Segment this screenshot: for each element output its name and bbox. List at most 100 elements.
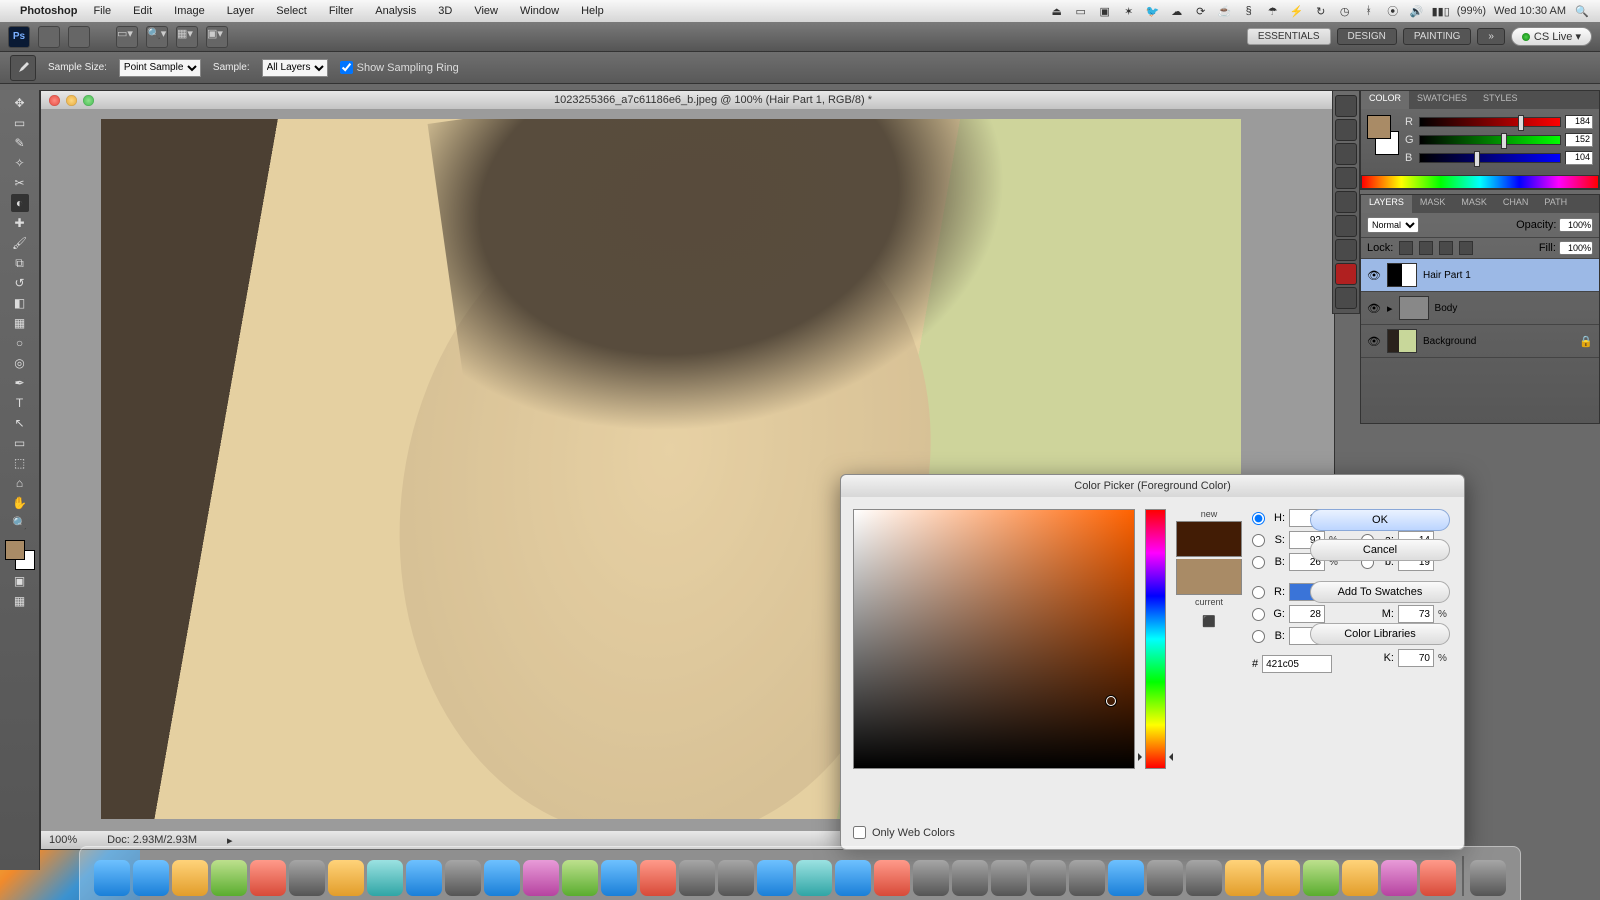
dock-app-icon[interactable] [1030,860,1066,896]
brush-panel-icon[interactable] [1335,239,1357,261]
dock-app-icon[interactable] [874,860,910,896]
hue-cursor[interactable] [1142,753,1169,761]
dock-app-icon[interactable] [250,860,286,896]
dock-trash-icon[interactable] [1470,860,1506,896]
layer-thumbnail[interactable] [1387,329,1417,353]
dock-app-icon[interactable] [1186,860,1222,896]
timemachine-icon[interactable]: ◷ [1337,3,1353,19]
menu-layer[interactable]: Layer [217,5,265,17]
info-panel-icon[interactable] [1335,143,1357,165]
b2-radio[interactable] [1252,630,1265,643]
marquee-tool[interactable]: ▭ [11,114,29,132]
mask-tab[interactable]: MASK [1412,195,1454,213]
b-slider[interactable] [1419,153,1561,163]
show-sampling-ring[interactable]: Show Sampling Ring [340,61,459,74]
cs-live-menu[interactable]: CS Live ▾ [1511,27,1592,46]
adjustments-panel-icon[interactable] [1335,167,1357,189]
document-titlebar[interactable]: 1023255366_a7c61186e6_b.jpeg @ 100% (Hai… [41,91,1334,109]
dock-app-icon[interactable] [1342,860,1378,896]
dock-app-icon[interactable] [640,860,676,896]
menu-edit[interactable]: Edit [123,5,162,17]
blur-tool[interactable]: ○ [11,334,29,352]
display-icon[interactable]: ▭ [1073,3,1089,19]
evernote-icon[interactable]: ✶ [1121,3,1137,19]
dock-app-icon[interactable] [1381,860,1417,896]
b-value[interactable]: 104 [1565,151,1593,165]
hue-slider[interactable] [1145,509,1166,769]
screenmode-icon[interactable]: ▣▾ [206,26,228,48]
close-window-icon[interactable] [49,95,60,106]
quickmask-toggle[interactable]: ▣ [11,572,29,590]
sample-select[interactable]: All Layers [262,59,328,77]
dock-app-icon[interactable] [484,860,520,896]
bluetooth-icon[interactable]: ᚼ [1361,3,1377,19]
menu-filter[interactable]: Filter [319,5,363,17]
disclosure-icon[interactable]: ▸ [1387,302,1393,315]
b-radio[interactable] [1252,556,1265,569]
blend-mode-select[interactable]: Normal [1367,217,1419,233]
show-ring-checkbox[interactable] [340,61,353,74]
color-picker-title[interactable]: Color Picker (Foreground Color) [841,475,1464,497]
color-libraries-button[interactable]: Color Libraries [1310,623,1450,645]
visibility-icon[interactable]: 👁 [1367,334,1381,348]
minimize-window-icon[interactable] [66,95,77,106]
only-web-colors-checkbox[interactable] [853,826,866,839]
layer-row[interactable]: 👁 Background 🔒 [1361,325,1599,358]
ok-button[interactable]: OK [1310,509,1450,531]
menu-window[interactable]: Window [510,5,569,17]
cloud-icon[interactable]: ☁ [1169,3,1185,19]
workspace-painting[interactable]: PAINTING [1403,28,1471,45]
eject-icon[interactable]: ⏏ [1049,3,1065,19]
shape-tool[interactable]: ▭ [11,434,29,452]
dock-app-icon[interactable] [523,860,559,896]
dock-app-icon[interactable] [757,860,793,896]
path-tool[interactable]: ↖ [11,414,29,432]
dodge-tool[interactable]: ◎ [11,354,29,372]
dock-app-icon[interactable] [991,860,1027,896]
dock-app-icon[interactable] [1069,860,1105,896]
add-to-swatches-button[interactable]: Add To Swatches [1310,581,1450,603]
color-tab[interactable]: COLOR [1361,91,1409,109]
gradient-tool[interactable]: ▦ [11,314,29,332]
bridge-icon[interactable] [38,26,60,48]
quickselect-tool[interactable]: ✧ [11,154,29,172]
chan-tab[interactable]: CHAN [1495,195,1537,213]
g-slider[interactable] [1419,135,1561,145]
current-color-swatch[interactable] [1176,559,1242,595]
sample-size-select[interactable]: Point Sample [119,59,201,77]
warning-cube-icon[interactable]: ⬛ [1202,615,1216,628]
mask2-tab[interactable]: MASK [1453,195,1495,213]
wifi-icon[interactable]: ⦿ [1385,3,1401,19]
dock-app-icon[interactable] [718,860,754,896]
dock-app-icon[interactable] [1264,860,1300,896]
fill-input[interactable] [1559,241,1593,255]
menu-image[interactable]: Image [164,5,215,17]
path-tab[interactable]: PATH [1536,195,1575,213]
dock-app-icon[interactable] [445,860,481,896]
kuler-panel-icon[interactable] [1335,263,1357,285]
swatches-tab[interactable]: SWATCHES [1409,91,1475,109]
menu-help[interactable]: Help [571,5,614,17]
layer-row[interactable]: 👁 ▸ Body [1361,292,1599,325]
lock-transparency-icon[interactable] [1399,241,1413,255]
app-name[interactable]: Photoshop [20,5,77,17]
workspace-more[interactable]: » [1477,28,1505,45]
healing-tool[interactable]: ✚ [11,214,29,232]
dock-app-icon[interactable] [406,860,442,896]
panel-fg-swatch[interactable] [1367,115,1391,139]
h-radio[interactable] [1252,512,1265,525]
layers-tab[interactable]: LAYERS [1361,195,1412,213]
g-value[interactable]: 152 [1565,133,1593,147]
zoom-readout[interactable]: 100% [49,834,77,846]
dock-app-icon[interactable] [211,860,247,896]
menu-view[interactable]: View [464,5,508,17]
s-radio[interactable] [1252,534,1265,547]
hand-tool[interactable]: ✋ [11,494,29,512]
saturation-brightness-field[interactable] [853,509,1135,769]
screenmode-toggle[interactable]: ▦ [11,592,29,610]
lock-position-icon[interactable] [1439,241,1453,255]
crop-tool[interactable]: ✂ [11,174,29,192]
dock-app-icon[interactable] [1147,860,1183,896]
zoom-icon[interactable]: 🔍▾ [146,26,168,48]
opacity-input[interactable] [1559,218,1593,232]
